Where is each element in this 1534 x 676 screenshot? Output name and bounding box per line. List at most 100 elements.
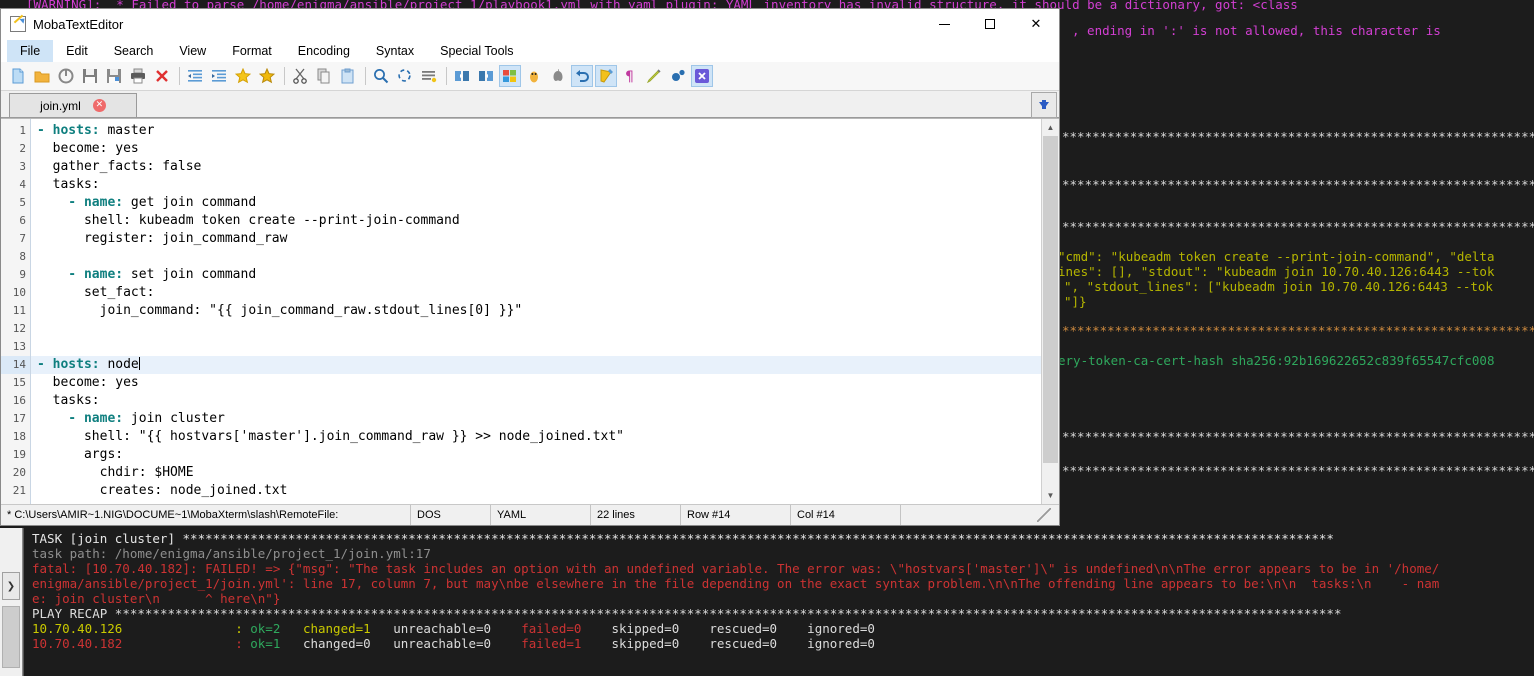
settings-icon[interactable] xyxy=(667,65,689,87)
close-button[interactable]: ✕ xyxy=(1013,9,1059,39)
scroll-down-arrow-icon[interactable]: ▼ xyxy=(1042,487,1059,504)
terminal-span: skipped=0 rescued=0 ignored=0 xyxy=(611,621,875,636)
scrollbar-track[interactable] xyxy=(1043,463,1058,487)
code-text-span: gather_facts: false xyxy=(37,159,202,174)
maximize-button[interactable] xyxy=(967,9,1013,39)
code-line[interactable] xyxy=(31,248,1041,266)
resize-grip-icon[interactable] xyxy=(1037,508,1051,522)
close-file-icon[interactable] xyxy=(151,65,173,87)
terminal-line: 10.70.40.126 : ok=2 changed=1 unreachabl… xyxy=(32,621,1534,636)
line-number: 16 xyxy=(12,394,26,407)
line-number: 8 xyxy=(19,250,26,263)
add-bookmark-icon[interactable] xyxy=(232,65,254,87)
undo-icon[interactable] xyxy=(571,65,593,87)
code-line[interactable]: register: join_command_raw xyxy=(31,230,1041,248)
save-icon[interactable] xyxy=(79,65,101,87)
code-line[interactable]: - name: get join command xyxy=(31,194,1041,212)
menu-item-view[interactable]: View xyxy=(166,40,219,62)
new-file-icon[interactable] xyxy=(7,65,29,87)
cut-icon[interactable] xyxy=(289,65,311,87)
goto-line-icon[interactable] xyxy=(418,65,440,87)
menu-item-file[interactable]: File xyxy=(7,40,54,62)
code-text-span: set_fact: xyxy=(37,285,155,300)
code-line[interactable]: chdir: $HOME xyxy=(31,464,1041,482)
code-text-span: tasks: xyxy=(37,393,100,408)
editor-vertical-scrollbar[interactable]: ▲ ▼ xyxy=(1041,119,1059,504)
code-line[interactable]: become: yes xyxy=(31,374,1041,392)
code-line[interactable] xyxy=(31,338,1041,356)
code-line[interactable]: args: xyxy=(31,446,1041,464)
minimize-button[interactable] xyxy=(921,9,967,39)
toolbar-separator xyxy=(365,67,366,85)
window-titlebar[interactable]: MobaTextEditor ✕ xyxy=(1,9,1059,40)
menu-item-special-tools[interactable]: Special Tools xyxy=(427,40,526,62)
paste-icon[interactable] xyxy=(337,65,359,87)
terminal-span: ****************************************… xyxy=(182,531,1334,546)
code-line[interactable]: shell: "{{ hostvars['master'].join_comma… xyxy=(31,428,1041,446)
code-line[interactable]: become: yes xyxy=(31,140,1041,158)
code-line[interactable]: tasks: xyxy=(31,176,1041,194)
code-line[interactable]: - hosts: master xyxy=(31,122,1041,140)
unindent-icon[interactable] xyxy=(184,65,206,87)
code-text[interactable]: - hosts: master become: yes gather_facts… xyxy=(31,119,1041,504)
scroll-up-arrow-icon[interactable]: ▲ xyxy=(1042,119,1059,136)
menu-item-syntax[interactable]: Syntax xyxy=(363,40,427,62)
redo-icon[interactable] xyxy=(595,65,617,87)
line-number: 14 xyxy=(1,356,30,374)
menu-item-search[interactable]: Search xyxy=(101,40,167,62)
terminal-scrollbar-thumb[interactable] xyxy=(2,606,20,668)
open-folder-icon[interactable] xyxy=(31,65,53,87)
save-as-icon[interactable] xyxy=(103,65,125,87)
line-number: 20 xyxy=(12,466,26,479)
compare-right-icon[interactable] xyxy=(475,65,497,87)
code-line[interactable] xyxy=(31,500,1041,504)
scrollbar-thumb[interactable] xyxy=(1043,136,1058,463)
compare-left-icon[interactable] xyxy=(451,65,473,87)
windows-format-icon[interactable] xyxy=(499,65,521,87)
reload-icon[interactable] xyxy=(55,65,77,87)
terminal-output[interactable]: TASK [join cluster] ********************… xyxy=(23,528,1534,676)
expand-sidebar-icon[interactable]: ❯ xyxy=(2,572,20,600)
scroll-to-bottom-button[interactable] xyxy=(1031,92,1057,118)
code-line[interactable] xyxy=(31,320,1041,338)
copy-icon[interactable] xyxy=(313,65,335,87)
code-line[interactable]: - hosts: node xyxy=(31,356,1041,374)
code-line[interactable]: - name: set join command xyxy=(31,266,1041,284)
yaml-dash: - xyxy=(37,195,84,210)
yaml-dash: - xyxy=(37,411,84,426)
menu-item-edit[interactable]: Edit xyxy=(53,40,101,62)
menu-item-encoding[interactable]: Encoding xyxy=(285,40,363,62)
yaml-value: get join command xyxy=(123,195,257,210)
line-number: 10 xyxy=(12,286,26,299)
code-line[interactable]: gather_facts: false xyxy=(31,158,1041,176)
exit-icon[interactable] xyxy=(691,65,713,87)
code-line[interactable]: set_fact: xyxy=(31,284,1041,302)
line-number: 17 xyxy=(12,412,26,425)
code-line[interactable]: shell: kubeadm token create --print-join… xyxy=(31,212,1041,230)
linux-format-icon[interactable] xyxy=(523,65,545,87)
terminal-line: e: join cluster\n ^ here\n"} xyxy=(32,591,1534,606)
code-line[interactable]: join_command: "{{ join_command_raw.stdou… xyxy=(31,302,1041,320)
bg-terminal-line: , ending in ':' is not allowed, this cha… xyxy=(1072,23,1441,38)
tab-close-icon[interactable]: ✕ xyxy=(92,99,106,112)
terminal-span: failed=0 xyxy=(521,621,612,636)
next-bookmark-icon[interactable] xyxy=(256,65,278,87)
indent-icon[interactable] xyxy=(208,65,230,87)
mac-format-icon[interactable] xyxy=(547,65,569,87)
terminal-span: changed=1 xyxy=(302,621,394,636)
yaml-value: master xyxy=(99,123,155,138)
menu-item-format[interactable]: Format xyxy=(219,40,285,62)
terminal-sidebar: ❯ xyxy=(0,528,23,676)
show-pilcrow-icon[interactable]: ¶ xyxy=(619,65,641,87)
find-icon[interactable] xyxy=(370,65,392,87)
code-line[interactable]: creates: node_joined.txt xyxy=(31,482,1041,500)
bottom-terminal-panel[interactable]: ❯ TASK [join cluster] ******************… xyxy=(0,528,1534,676)
code-line[interactable]: tasks: xyxy=(31,392,1041,410)
terminal-span: unreachable=0 xyxy=(393,621,522,636)
tab-join-yml[interactable]: join.yml ✕ xyxy=(9,93,137,117)
highlight-icon[interactable] xyxy=(643,65,665,87)
print-icon[interactable] xyxy=(127,65,149,87)
code-line[interactable]: - name: join cluster xyxy=(31,410,1041,428)
code-editor-area[interactable]: 12345678910111213141516171819202122 - ho… xyxy=(1,118,1059,504)
replace-icon[interactable] xyxy=(394,65,416,87)
